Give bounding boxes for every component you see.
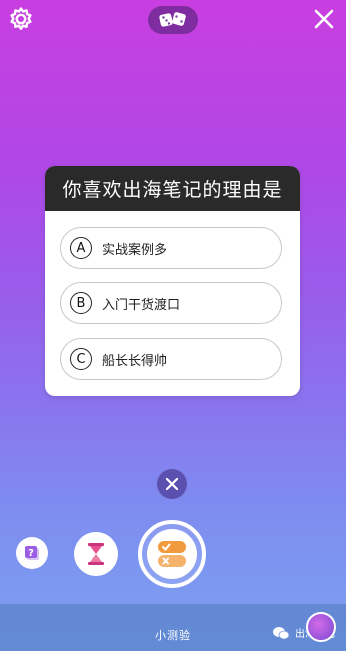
option-letter: B xyxy=(70,292,92,314)
countdown-button[interactable] xyxy=(74,532,118,576)
wechat-icon xyxy=(273,626,290,639)
capture-button[interactable] xyxy=(138,520,206,588)
quiz-option-b[interactable]: B 入门干货渡口 xyxy=(60,282,282,324)
option-letter: C xyxy=(70,348,92,370)
option-text[interactable]: 船长长得帅 xyxy=(102,350,167,369)
quiz-card: 你喜欢出海笔记的理由是 A 实战案例多 B 入门干货渡口 C 船长长得帅 xyxy=(45,166,300,396)
option-text[interactable]: 实战案例多 xyxy=(102,239,167,258)
dice-icon xyxy=(159,12,186,27)
option-letter: A xyxy=(70,237,92,259)
close-icon xyxy=(165,477,179,491)
quiz-option-c[interactable]: C 船长长得帅 xyxy=(60,338,282,380)
option-text[interactable]: 入门干货渡口 xyxy=(102,294,180,313)
hourglass-icon xyxy=(88,543,104,565)
question-sticker-button[interactable]: ? xyxy=(16,537,48,569)
quiz-option-a[interactable]: A 实战案例多 xyxy=(60,227,282,269)
svg-text:?: ? xyxy=(28,548,34,559)
capture-inner xyxy=(147,529,197,579)
settings-gear-icon[interactable] xyxy=(8,6,34,32)
quiz-question[interactable]: 你喜欢出海笔记的理由是 xyxy=(45,166,300,211)
remove-sticker-button[interactable] xyxy=(157,469,187,499)
dice-button[interactable] xyxy=(148,6,198,34)
quiz-icon xyxy=(158,541,186,567)
close-icon[interactable] xyxy=(312,7,336,31)
avatar[interactable] xyxy=(306,612,336,642)
question-sticker-icon: ? xyxy=(25,546,39,560)
